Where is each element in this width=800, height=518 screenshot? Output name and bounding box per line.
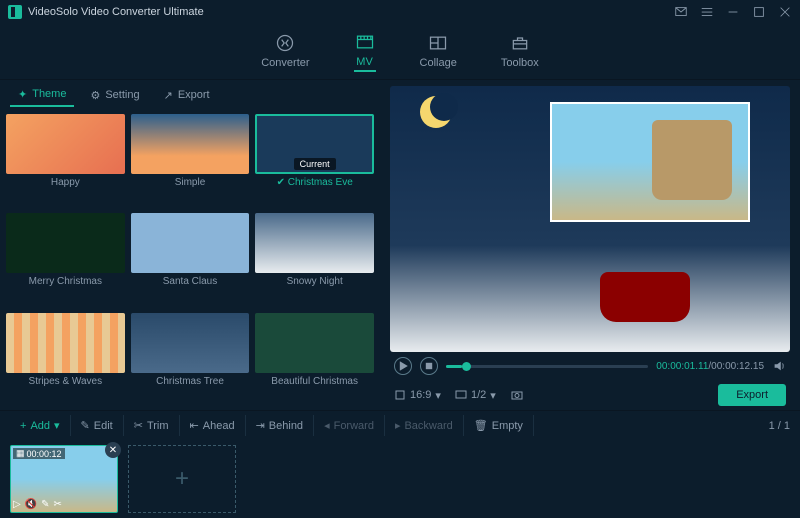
clip-remove-button[interactable]: ✕	[105, 442, 121, 458]
clip-mute-icon[interactable]: 🔇	[25, 499, 37, 510]
timeline: ▦00:00:12 ✕ ▷ 🔇 ✎ ✂ +	[0, 440, 800, 518]
scissors-icon: ✂	[134, 419, 143, 432]
titlebar: VideoSolo Video Converter Ultimate	[0, 0, 800, 24]
preview-options: 16:9 ▾ 1/2 ▾ Export	[390, 380, 790, 410]
page-indicator: 1 / 1	[769, 420, 790, 432]
wand-icon: ✎	[81, 419, 90, 432]
time-display: 00:00:01.11/00:00:12.15	[656, 361, 764, 372]
plus-icon: +	[20, 420, 26, 432]
plus-icon: +	[175, 465, 189, 493]
export-button[interactable]: Export	[718, 384, 786, 406]
behind-icon: ⇥	[256, 419, 265, 432]
progress-bar[interactable]	[446, 365, 648, 368]
check-icon: ✔	[277, 177, 288, 188]
theme-simple[interactable]: Simple	[131, 114, 250, 207]
export-icon: ↗	[164, 89, 173, 102]
clip-trim-icon[interactable]: ✂	[54, 499, 62, 510]
right-panel: 00:00:01.11/00:00:12.15 16:9 ▾ 1/2 ▾ Exp…	[380, 80, 800, 410]
tab-label: MV	[356, 56, 373, 68]
theme-beautiful-christmas[interactable]: Beautiful Christmas	[255, 313, 374, 406]
theme-grid: Happy Simple Current ✔ Christmas Eve Mer…	[0, 110, 380, 410]
theme-icon: ✦	[18, 88, 27, 101]
trim-button[interactable]: ✂Trim	[124, 415, 180, 436]
subtab-label: Export	[178, 89, 210, 101]
chevron-down-icon: ▾	[490, 389, 496, 402]
current-badge: Current	[294, 158, 336, 170]
stop-button[interactable]	[420, 357, 438, 375]
snapshot-button[interactable]	[510, 388, 524, 402]
clip-duration: ▦00:00:12	[13, 448, 65, 459]
theme-snowy-night[interactable]: Snowy Night	[255, 213, 374, 306]
backward-icon: ▸	[395, 419, 401, 432]
tab-toolbox[interactable]: Toolbox	[501, 33, 539, 71]
clip-edit-icon[interactable]: ✎	[41, 499, 49, 510]
minimize-icon[interactable]	[726, 5, 740, 19]
empty-button[interactable]: 🗑Empty	[464, 415, 534, 436]
add-button[interactable]: +Add▾	[10, 415, 71, 436]
subtab-export[interactable]: ↗ Export	[156, 85, 218, 106]
toolbox-icon	[509, 33, 531, 53]
volume-icon[interactable]	[772, 359, 786, 373]
ahead-button[interactable]: ⇤Ahead	[180, 415, 246, 436]
converter-icon	[274, 33, 296, 53]
theme-christmas-tree[interactable]: Christmas Tree	[131, 313, 250, 406]
menu-icon[interactable]	[700, 5, 714, 19]
trash-icon: 🗑	[474, 419, 488, 432]
screen-icon	[455, 389, 467, 401]
edit-toolbar: +Add▾ ✎Edit ✂Trim ⇤Ahead ⇥Behind ◂Forwar…	[0, 410, 800, 440]
moon-graphic	[420, 96, 452, 128]
video-preview[interactable]	[390, 86, 790, 352]
close-icon[interactable]	[778, 5, 792, 19]
left-panel: ✦ Theme ⚙ Setting ↗ Export Happy Simple …	[0, 80, 380, 410]
collage-icon	[427, 33, 449, 53]
theme-santa-claus[interactable]: Santa Claus	[131, 213, 250, 306]
crop-icon	[394, 389, 406, 401]
tab-converter[interactable]: Converter	[261, 33, 309, 71]
app-title: VideoSolo Video Converter Ultimate	[28, 6, 674, 18]
camera-icon	[510, 388, 524, 402]
subtab-label: Theme	[32, 88, 66, 100]
subtab-theme[interactable]: ✦ Theme	[10, 84, 74, 107]
sleigh-graphic	[600, 272, 690, 322]
behind-button[interactable]: ⇥Behind	[246, 415, 314, 436]
tab-collage[interactable]: Collage	[420, 33, 457, 71]
clip-play-icon[interactable]: ▷	[13, 499, 21, 510]
backward-button[interactable]: ▸Backward	[385, 415, 464, 436]
forward-icon: ◂	[324, 419, 330, 432]
player-controls: 00:00:01.11/00:00:12.15	[390, 352, 790, 380]
tab-label: Collage	[420, 57, 457, 69]
aspect-ratio-selector[interactable]: 16:9 ▾	[394, 389, 441, 402]
bag-graphic	[652, 120, 732, 200]
ahead-icon: ⇤	[190, 419, 199, 432]
subtab-label: Setting	[105, 89, 139, 101]
theme-happy[interactable]: Happy	[6, 114, 125, 207]
zoom-selector[interactable]: 1/2 ▾	[455, 389, 496, 402]
add-clip-button[interactable]: +	[128, 445, 236, 513]
tab-label: Toolbox	[501, 57, 539, 69]
forward-button[interactable]: ◂Forward	[314, 415, 385, 436]
chevron-down-icon: ▾	[435, 389, 441, 402]
edit-button[interactable]: ✎Edit	[71, 415, 124, 436]
film-icon: ▦	[16, 448, 25, 459]
maximize-icon[interactable]	[752, 5, 766, 19]
tab-mv[interactable]: MV	[354, 32, 376, 72]
feedback-icon[interactable]	[674, 5, 688, 19]
theme-stripes-waves[interactable]: Stripes & Waves	[6, 313, 125, 406]
subtab-setting[interactable]: ⚙ Setting	[82, 85, 147, 106]
chevron-down-icon: ▾	[54, 419, 60, 432]
theme-christmas-eve[interactable]: Current ✔ Christmas Eve	[255, 114, 374, 207]
theme-merry-christmas[interactable]: Merry Christmas	[6, 213, 125, 306]
main-tabs: Converter MV Collage Toolbox	[0, 24, 800, 80]
picture-in-picture	[550, 102, 750, 222]
play-button[interactable]	[394, 357, 412, 375]
app-logo-icon	[8, 5, 22, 19]
mv-icon	[354, 32, 376, 52]
timeline-clip[interactable]: ▦00:00:12 ✕ ▷ 🔇 ✎ ✂	[10, 445, 118, 513]
gear-icon: ⚙	[90, 89, 100, 102]
tab-label: Converter	[261, 57, 309, 69]
